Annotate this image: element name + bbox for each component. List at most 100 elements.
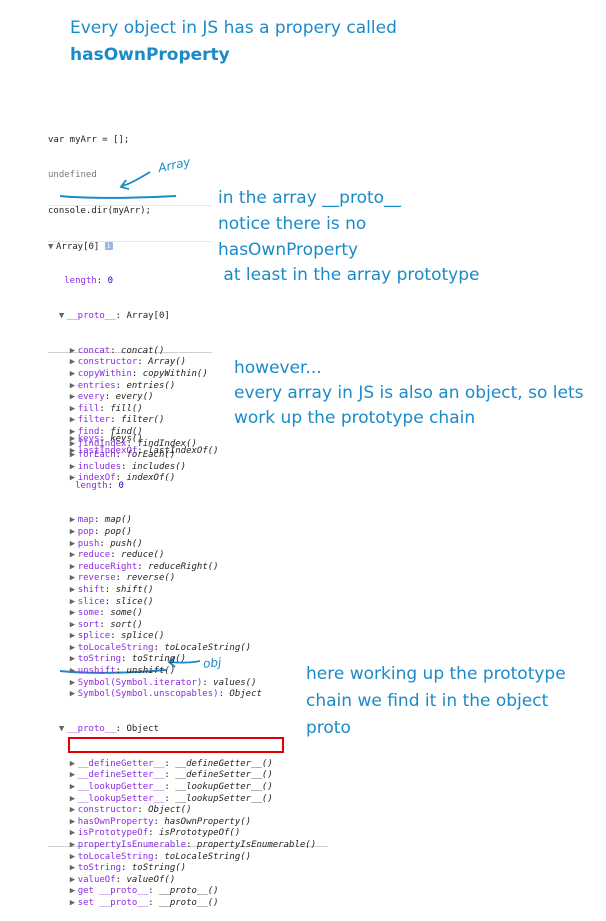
tree-method-row[interactable]: ▶ shift: shift() <box>48 585 328 597</box>
collapsed-triangle-icon[interactable]: ▶ <box>70 550 78 562</box>
method-key: concat <box>77 345 111 356</box>
collapsed-triangle-icon[interactable]: ▶ <box>70 585 78 597</box>
method-key: hasOwnProperty <box>77 816 154 827</box>
collapsed-triangle-icon[interactable]: ▶ <box>70 782 78 794</box>
tree-method-row[interactable]: ▶ __lookupGetter__: __lookupGetter__() <box>48 782 328 794</box>
method-key: lastIndexOf <box>77 445 138 456</box>
tree-method-row[interactable]: ▶ toLocaleString: toLocaleString() <box>48 643 328 655</box>
tree-method-row[interactable]: ▶ splice: splice() <box>48 631 328 643</box>
collapsed-triangle-icon[interactable]: ▶ <box>70 654 78 666</box>
tree-method-row[interactable]: ▶ lastIndexOf: lastIndexOf() <box>48 446 328 458</box>
tree-method-row[interactable]: ▶ reduce: reduce() <box>48 550 328 562</box>
method-key: copyWithin <box>77 369 132 380</box>
method-value: reduce() <box>121 550 165 561</box>
collapsed-triangle-icon[interactable]: ▶ <box>70 898 78 910</box>
collapsed-triangle-icon[interactable]: ▶ <box>70 875 78 887</box>
collapsed-triangle-icon[interactable]: ▶ <box>70 434 78 446</box>
tree-method-row[interactable]: ▶ __defineSetter__: __defineSetter__() <box>48 770 328 782</box>
tree-method-row[interactable]: ▶ Symbol(Symbol.iterator): values() <box>48 678 328 690</box>
method-key: Symbol(Symbol.iterator) <box>77 677 203 688</box>
tree-method-row[interactable]: ▶ map: map() <box>48 515 328 527</box>
collapsed-triangle-icon[interactable]: ▶ <box>70 631 78 643</box>
collapsed-triangle-icon[interactable]: ▶ <box>70 392 78 404</box>
tree-method-row[interactable]: ▶ reverse: reverse() <box>48 573 328 585</box>
expanded-triangle-icon[interactable]: ▼ <box>59 724 67 736</box>
method-key: reverse <box>77 573 116 584</box>
collapsed-triangle-icon[interactable]: ▶ <box>70 794 78 806</box>
tree-method-row[interactable]: ▶ get __proto__: __proto__() <box>48 886 328 898</box>
collapsed-triangle-icon[interactable]: ▶ <box>70 805 78 817</box>
method-key: toString <box>77 654 122 665</box>
tree-method-row[interactable]: ▶ toString: toString() <box>48 654 328 666</box>
tree-root-array[interactable]: ▼ Array[0] i <box>48 240 212 254</box>
collapsed-triangle-icon[interactable]: ▶ <box>70 817 78 829</box>
tree-method-row[interactable]: ▶ hasOwnProperty: hasOwnProperty() <box>48 817 328 829</box>
tree-method-row[interactable]: ▶ set __proto__: __proto__() <box>48 898 328 910</box>
collapsed-triangle-icon[interactable]: ▶ <box>70 863 78 875</box>
method-value: Array() <box>148 357 187 368</box>
tree-method-row[interactable]: ▶ entries: entries() <box>48 381 212 393</box>
tree-method-row[interactable]: ▶ some: some() <box>48 608 328 620</box>
collapsed-triangle-icon[interactable]: ▶ <box>70 828 78 840</box>
tree-method-row[interactable]: ▶ toLocaleString: toLocaleString() <box>48 852 328 864</box>
tree-method-row[interactable]: ▶ Symbol(Symbol.unscopables): Object <box>48 689 328 701</box>
tree-method-row[interactable]: ▶ slice: slice() <box>48 597 328 609</box>
collapsed-triangle-icon[interactable]: ▶ <box>70 381 78 393</box>
tree-method-row[interactable]: ▶ push: push() <box>48 539 328 551</box>
collapsed-triangle-icon[interactable]: ▶ <box>70 597 78 609</box>
collapsed-triangle-icon[interactable]: ▶ <box>70 527 78 539</box>
collapsed-triangle-icon[interactable]: ▶ <box>70 562 78 574</box>
collapsed-triangle-icon[interactable]: ▶ <box>70 369 78 381</box>
collapsed-triangle-icon[interactable]: ▶ <box>70 515 78 527</box>
tree-method-row[interactable]: ▶ propertyIsEnumerable: propertyIsEnumera… <box>48 840 328 852</box>
tree-method-row[interactable]: ▶ __defineGetter__: __defineGetter__() <box>48 759 328 771</box>
collapsed-triangle-icon[interactable]: ▶ <box>70 357 78 369</box>
prop-value: 0 <box>107 276 114 287</box>
expanded-triangle-icon[interactable]: ▼ <box>59 311 67 323</box>
tree-method-row[interactable]: ▶ constructor: Object() <box>48 805 328 817</box>
collapsed-triangle-icon[interactable]: ▶ <box>70 770 78 782</box>
expanded-triangle-icon[interactable]: ▼ <box>48 242 56 254</box>
collapsed-triangle-icon[interactable]: ▶ <box>70 620 78 632</box>
tree-method-row[interactable]: ▶ pop: pop() <box>48 527 328 539</box>
collapsed-triangle-icon[interactable]: ▶ <box>70 678 78 690</box>
collapsed-triangle-icon[interactable]: ▶ <box>70 886 78 898</box>
method-value: keys() <box>110 434 143 445</box>
tree-method-row[interactable]: ▶ constructor: Array() <box>48 357 212 369</box>
collapsed-triangle-icon[interactable]: ▶ <box>70 608 78 620</box>
collapsed-triangle-icon[interactable]: ▶ <box>70 346 78 358</box>
method-value: propertyIsEnumerable() <box>196 839 317 850</box>
collapsed-triangle-icon[interactable]: ▶ <box>70 840 78 852</box>
prop-key: length <box>75 480 108 491</box>
tree-method-row[interactable]: ▶ unshift: unshift() <box>48 666 328 678</box>
method-key: get __proto__ <box>77 886 149 897</box>
tree-method-row[interactable]: ▶ valueOf: valueOf() <box>48 875 328 887</box>
tree-method-row[interactable]: ▶ sort: sort() <box>48 620 328 632</box>
method-key: unshift <box>77 666 116 677</box>
tree-method-row[interactable]: ▶ keys: keys() <box>48 434 328 446</box>
collapsed-triangle-icon[interactable]: ▶ <box>70 539 78 551</box>
method-key: reduceRight <box>77 561 138 572</box>
collapsed-triangle-icon[interactable]: ▶ <box>70 689 78 701</box>
tree-method-row[interactable]: ▶ copyWithin: copyWithin() <box>48 369 212 381</box>
tree-method-row[interactable]: ▶ __lookupSetter__: __lookupSetter__() <box>48 794 328 806</box>
prop-value: Object <box>126 724 159 735</box>
method-key: toString <box>77 863 122 874</box>
tree-proto-object[interactable]: ▼ __proto__: Object <box>48 724 328 736</box>
collapsed-triangle-icon[interactable]: ▶ <box>70 666 78 678</box>
collapsed-triangle-icon[interactable]: ▶ <box>70 446 78 458</box>
tree-proto-array[interactable]: ▼ __proto__: Array[0] <box>48 311 212 323</box>
collapsed-triangle-icon[interactable]: ▶ <box>70 573 78 585</box>
collapsed-triangle-icon[interactable]: ▶ <box>70 852 78 864</box>
tree-method-row[interactable]: ▶ every: every() <box>48 392 212 404</box>
method-key: valueOf <box>77 874 116 885</box>
method-key: shift <box>77 584 105 595</box>
collapsed-triangle-icon[interactable]: ▶ <box>70 759 78 771</box>
info-icon[interactable]: i <box>104 242 113 251</box>
tree-method-row[interactable]: ▶ toString: toString() <box>48 863 328 875</box>
method-value: reduceRight() <box>148 561 219 572</box>
tree-method-row[interactable]: ▶ reduceRight: reduceRight() <box>48 562 328 574</box>
tree-method-row[interactable]: ▶ isPrototypeOf: isPrototypeOf() <box>48 828 328 840</box>
tree-method-row[interactable]: ▶ concat: concat() <box>48 346 212 358</box>
collapsed-triangle-icon[interactable]: ▶ <box>70 643 78 655</box>
